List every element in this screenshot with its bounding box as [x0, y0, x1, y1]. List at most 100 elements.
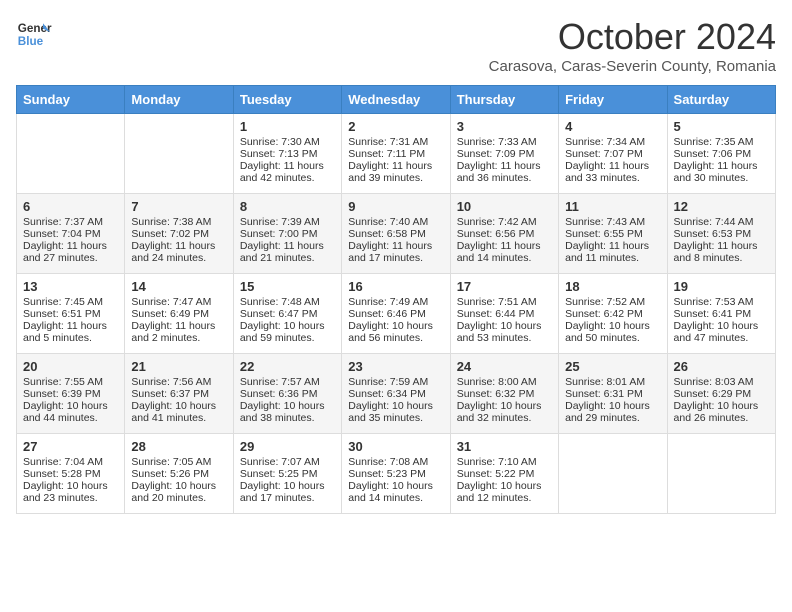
calendar-cell: 2Sunrise: 7:31 AMSunset: 7:11 PMDaylight… [342, 114, 450, 194]
daylight-text: Daylight: 11 hours and 33 minutes. [565, 160, 660, 184]
sunset-text: Sunset: 7:04 PM [23, 228, 118, 240]
calendar-cell: 17 Sunrise: 7:51 AMSunset: 6:44 PMDayligh… [450, 274, 558, 354]
day-number: 17 [457, 279, 552, 294]
calendar-cell: 9Sunrise: 7:40 AMSunset: 6:58 PMDaylight… [342, 194, 450, 274]
calendar-cell: 29 Sunrise: 7:07 AMSunset: 5:25 PMDayligh… [233, 434, 341, 514]
day-number: 22 [240, 359, 335, 374]
calendar-cell: 6Sunrise: 7:37 AMSunset: 7:04 PMDaylight… [17, 194, 125, 274]
weekday-header-row: SundayMondayTuesdayWednesdayThursdayFrid… [17, 86, 776, 114]
daylight-text: Daylight: 11 hours and 17 minutes. [348, 240, 443, 264]
daylight-text: Daylight: 10 hours and 12 minutes. [457, 480, 552, 504]
calendar-cell: 16Sunrise: 7:49 AMSunset: 6:46 PMDayligh… [342, 274, 450, 354]
sunset-text: Sunset: 7:13 PM [240, 148, 335, 160]
sunset-text: Sunset: 6:39 PM [23, 388, 118, 400]
calendar-cell: 26 Sunrise: 8:03 AMSunset: 6:29 PMDayligh… [667, 354, 775, 434]
sunset-text: Sunset: 6:44 PM [457, 308, 552, 320]
day-number: 19 [674, 279, 769, 294]
sunset-text: Sunset: 6:41 PM [674, 308, 769, 320]
location-subtitle: Carasova, Caras-Severin County, Romania [489, 58, 776, 75]
sunset-text: Sunset: 5:25 PM [240, 468, 335, 480]
sunrise-text: Sunrise: 7:47 AM [131, 296, 226, 308]
sunset-text: Sunset: 6:29 PM [674, 388, 769, 400]
weekday-header: Monday [125, 86, 233, 114]
calendar-cell: 4Sunrise: 7:34 AMSunset: 7:07 PMDaylight… [559, 114, 667, 194]
sunset-text: Sunset: 6:51 PM [23, 308, 118, 320]
page-header: General Blue October 2024 Carasova, Cara… [16, 16, 776, 75]
day-number: 25 [565, 359, 660, 374]
sunrise-text: Sunrise: 7:57 AM [240, 376, 335, 388]
day-number: 18 [565, 279, 660, 294]
weekday-header: Friday [559, 86, 667, 114]
calendar-cell: 31Sunrise: 7:10 AMSunset: 5:22 PMDayligh… [450, 434, 558, 514]
sunset-text: Sunset: 6:55 PM [565, 228, 660, 240]
sunrise-text: Sunrise: 7:04 AM [23, 456, 118, 468]
calendar-cell: 19Sunrise: 7:53 AMSunset: 6:41 PMDayligh… [667, 274, 775, 354]
sunrise-text: Sunrise: 7:48 AM [240, 296, 335, 308]
calendar-cell: 8Sunrise: 7:39 AMSunset: 7:00 PMDaylight… [233, 194, 341, 274]
day-number: 8 [240, 199, 335, 214]
sunrise-text: Sunrise: 7:05 AM [131, 456, 226, 468]
sunrise-text: Sunrise: 8:00 AM [457, 376, 552, 388]
sunrise-text: Sunrise: 7:53 AM [674, 296, 769, 308]
sunrise-text: Sunrise: 8:03 AM [674, 376, 769, 388]
daylight-text: Daylight: 11 hours and 8 minutes. [674, 240, 769, 264]
sunset-text: Sunset: 5:26 PM [131, 468, 226, 480]
daylight-text: Daylight: 10 hours and 29 minutes. [565, 400, 660, 424]
weekday-header: Wednesday [342, 86, 450, 114]
calendar-cell: 7Sunrise: 7:38 AMSunset: 7:02 PMDaylight… [125, 194, 233, 274]
sunset-text: Sunset: 6:36 PM [240, 388, 335, 400]
weekday-header: Saturday [667, 86, 775, 114]
weekday-header: Thursday [450, 86, 558, 114]
sunrise-text: Sunrise: 7:30 AM [240, 136, 335, 148]
day-number: 15 [240, 279, 335, 294]
weekday-header: Tuesday [233, 86, 341, 114]
day-number: 29 [240, 439, 335, 454]
daylight-text: Daylight: 11 hours and 42 minutes. [240, 160, 335, 184]
sunrise-text: Sunrise: 7:40 AM [348, 216, 443, 228]
sunset-text: Sunset: 5:28 PM [23, 468, 118, 480]
sunrise-text: Sunrise: 7:56 AM [131, 376, 226, 388]
daylight-text: Daylight: 11 hours and 11 minutes. [565, 240, 660, 264]
sunset-text: Sunset: 5:22 PM [457, 468, 552, 480]
day-number: 21 [131, 359, 226, 374]
calendar-cell: 10Sunrise: 7:42 AMSunset: 6:56 PMDayligh… [450, 194, 558, 274]
calendar-cell: 13Sunrise: 7:45 AMSunset: 6:51 PMDayligh… [17, 274, 125, 354]
day-number: 26 [674, 359, 769, 374]
sunset-text: Sunset: 7:06 PM [674, 148, 769, 160]
daylight-text: Daylight: 10 hours and 53 minutes. [457, 320, 552, 344]
sunrise-text: Sunrise: 7:51 AM [457, 296, 552, 308]
calendar-week-row: 27Sunrise: 7:04 AMSunset: 5:28 PMDayligh… [17, 434, 776, 514]
calendar-cell [559, 434, 667, 514]
sunset-text: Sunset: 7:09 PM [457, 148, 552, 160]
sunset-text: Sunset: 6:46 PM [348, 308, 443, 320]
calendar-cell: 21Sunrise: 7:56 AMSunset: 6:37 PMDayligh… [125, 354, 233, 434]
day-number: 28 [131, 439, 226, 454]
calendar-cell [667, 434, 775, 514]
calendar-cell: 24Sunrise: 8:00 AMSunset: 6:32 PMDayligh… [450, 354, 558, 434]
day-number: 3 [457, 119, 552, 134]
sunset-text: Sunset: 6:53 PM [674, 228, 769, 240]
daylight-text: Daylight: 10 hours and 41 minutes. [131, 400, 226, 424]
day-number: 24 [457, 359, 552, 374]
sunrise-text: Sunrise: 7:33 AM [457, 136, 552, 148]
calendar-table: SundayMondayTuesdayWednesdayThursdayFrid… [16, 85, 776, 514]
svg-text:Blue: Blue [18, 35, 44, 48]
day-number: 5 [674, 119, 769, 134]
daylight-text: Daylight: 10 hours and 17 minutes. [240, 480, 335, 504]
day-number: 13 [23, 279, 118, 294]
weekday-header: Sunday [17, 86, 125, 114]
day-number: 10 [457, 199, 552, 214]
daylight-text: Daylight: 10 hours and 26 minutes. [674, 400, 769, 424]
sunset-text: Sunset: 6:47 PM [240, 308, 335, 320]
logo: General Blue [16, 16, 52, 52]
sunrise-text: Sunrise: 7:42 AM [457, 216, 552, 228]
sunrise-text: Sunrise: 7:07 AM [240, 456, 335, 468]
calendar-week-row: 1Sunrise: 7:30 AMSunset: 7:13 PMDaylight… [17, 114, 776, 194]
day-number: 7 [131, 199, 226, 214]
month-title: October 2024 [489, 16, 776, 58]
sunrise-text: Sunrise: 7:59 AM [348, 376, 443, 388]
sunset-text: Sunset: 6:31 PM [565, 388, 660, 400]
calendar-cell: 12Sunrise: 7:44 AMSunset: 6:53 PMDayligh… [667, 194, 775, 274]
daylight-text: Daylight: 11 hours and 5 minutes. [23, 320, 118, 344]
sunset-text: Sunset: 6:49 PM [131, 308, 226, 320]
